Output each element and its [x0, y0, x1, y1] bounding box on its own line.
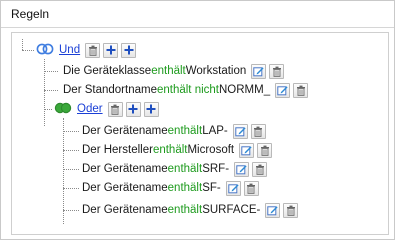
- venn-circles-icon[interactable]: [54, 102, 73, 117]
- tree-connector: [44, 59, 45, 126]
- rule-field: Der Gerätename: [82, 182, 168, 194]
- tree-connector: [44, 109, 52, 110]
- trash-icon[interactable]: [252, 161, 268, 177]
- group-node-and: Und: [36, 41, 137, 59]
- tree-connector: [22, 50, 34, 51]
- trash-icon[interactable]: [257, 142, 273, 158]
- add-rule-button[interactable]: [103, 42, 119, 58]
- group-operator-link[interactable]: Und: [59, 41, 80, 59]
- add-group-button[interactable]: [121, 42, 137, 58]
- trash-icon[interactable]: [283, 202, 299, 218]
- rule-value: LAP-: [202, 125, 228, 137]
- rule-value: SRF-: [202, 163, 230, 175]
- panel-title: Regeln: [11, 7, 50, 21]
- trash-icon[interactable]: [293, 82, 309, 98]
- tree-connector: [63, 150, 79, 151]
- rule-row: Der Gerätename enthält LAP-: [82, 122, 266, 140]
- venn-circles-icon[interactable]: [36, 43, 55, 58]
- rule-operator: enthält: [167, 204, 203, 216]
- tree-connector: [22, 39, 23, 50]
- add-group-button[interactable]: [143, 101, 159, 117]
- rule-value: Workstation: [185, 65, 247, 77]
- tree-connector: [44, 71, 58, 72]
- group-operator-link[interactable]: Oder: [77, 100, 103, 118]
- rule-operator: enthält: [167, 125, 203, 137]
- trash-icon[interactable]: [107, 101, 123, 117]
- tree-connector: [63, 169, 79, 170]
- rule-operator: enthält: [167, 182, 203, 194]
- tree-connector: [63, 210, 79, 211]
- edit-pencil-icon[interactable]: [239, 142, 255, 158]
- rule-row: Die Geräteklasse enthält Workstation: [63, 62, 285, 80]
- tree-connector: [63, 188, 79, 189]
- rule-value: SURFACE-: [202, 204, 261, 216]
- rule-field: Der Hersteller: [82, 144, 153, 156]
- trash-icon[interactable]: [269, 63, 285, 79]
- rule-operator: enthält: [167, 163, 203, 175]
- rule-row: Der Hersteller enthält Microsoft: [82, 141, 273, 159]
- rule-row: Der Standortname enthält nicht NORMM_: [63, 81, 309, 99]
- rule-row: Der Gerätename enthält SRF-: [82, 160, 268, 178]
- tree-connector: [63, 118, 64, 224]
- rule-field: Der Gerätename: [82, 163, 168, 175]
- rule-field: Die Geräteklasse: [63, 65, 152, 77]
- edit-pencil-icon[interactable]: [275, 82, 291, 98]
- rule-operator: enthält nicht: [156, 84, 219, 96]
- edit-pencil-icon[interactable]: [225, 180, 241, 196]
- rule-row: Der Gerätename enthält SF-: [82, 179, 259, 197]
- rule-operator: enthält: [151, 65, 186, 77]
- rule-value: NORMM_: [218, 84, 271, 96]
- rule-field: Der Gerätename: [82, 204, 168, 216]
- add-rule-button[interactable]: [125, 101, 141, 117]
- rule-field: Der Gerätename: [82, 125, 168, 137]
- rule-operator: enthält: [152, 144, 188, 156]
- edit-pencil-icon[interactable]: [234, 161, 250, 177]
- edit-pencil-icon[interactable]: [232, 123, 248, 139]
- rule-value: Microsoft: [187, 144, 235, 156]
- panel-header: Regeln: [1, 1, 394, 28]
- trash-icon[interactable]: [243, 180, 259, 196]
- group-node-or: Oder: [54, 100, 159, 118]
- rule-field: Der Standortname: [63, 84, 157, 96]
- edit-pencil-icon[interactable]: [251, 63, 267, 79]
- rule-value: SF-: [202, 182, 221, 194]
- trash-icon[interactable]: [250, 123, 266, 139]
- rule-row: Der Gerätename enthält SURFACE-: [82, 201, 299, 219]
- trash-icon[interactable]: [85, 42, 101, 58]
- rules-panel: Regeln Und Die Geräteklasse enthält Work…: [0, 0, 395, 240]
- tree-connector: [63, 131, 79, 132]
- tree-connector: [44, 90, 58, 91]
- rules-tree: Und Die Geräteklasse enthält Workstation: [11, 32, 389, 235]
- edit-pencil-icon[interactable]: [265, 202, 281, 218]
